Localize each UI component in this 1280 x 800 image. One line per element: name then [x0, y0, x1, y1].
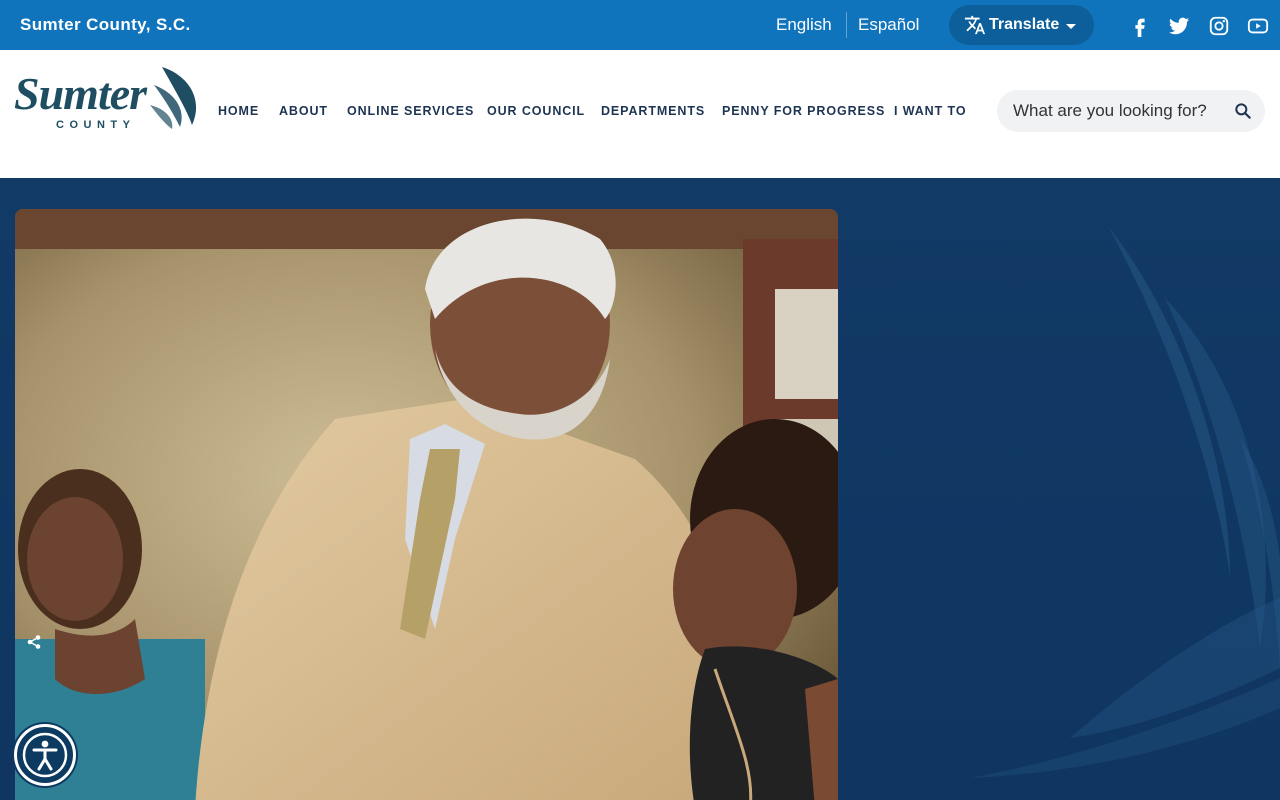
youtube-icon[interactable]: [1247, 15, 1269, 37]
nav-home[interactable]: HOME: [218, 104, 259, 118]
share-icon[interactable]: [26, 634, 42, 650]
nav-i-want-to[interactable]: I WANT TO: [894, 104, 966, 118]
top-utility-bar: Sumter County, S.C. English Español Tran…: [0, 0, 1280, 50]
hero-section: [0, 178, 1280, 800]
language-spanish-link[interactable]: Español: [858, 15, 919, 35]
search-box: [997, 90, 1265, 132]
site-header: Sumter COUNTY HOME ABOUT ONLINE SERVICES…: [0, 50, 1280, 178]
chevron-down-icon: [1066, 23, 1077, 29]
site-name: Sumter County, S.C.: [20, 15, 191, 34]
language-english-link[interactable]: English: [776, 15, 832, 35]
search-icon[interactable]: [1233, 101, 1253, 121]
nav-our-council[interactable]: OUR COUNCIL: [487, 104, 585, 118]
language-divider: [846, 12, 847, 38]
accessibility-button[interactable]: [14, 724, 76, 786]
translate-label: Translate: [989, 16, 1060, 33]
nav-departments[interactable]: DEPARTMENTS: [601, 104, 705, 118]
hero-photo: [15, 209, 838, 800]
nav-online-services[interactable]: ONLINE SERVICES: [347, 104, 474, 118]
nav-penny-for-progress[interactable]: PENNY FOR PROGRESS: [722, 104, 885, 118]
translate-button[interactable]: Translate: [949, 5, 1094, 45]
accessibility-icon: [22, 732, 68, 778]
nav-about[interactable]: ABOUT: [279, 104, 328, 118]
logo-wordmark: Sumter: [14, 68, 147, 119]
twitter-icon[interactable]: [1168, 15, 1190, 37]
decorative-swoosh: [970, 226, 1280, 778]
translate-icon: [964, 15, 986, 35]
facebook-icon[interactable]: [1129, 15, 1151, 37]
logo-swoosh-icon: [150, 67, 197, 129]
site-logo[interactable]: Sumter COUNTY: [14, 65, 202, 133]
instagram-icon[interactable]: [1208, 15, 1230, 37]
logo-subtitle: COUNTY: [56, 119, 136, 131]
search-input[interactable]: [1013, 90, 1223, 132]
